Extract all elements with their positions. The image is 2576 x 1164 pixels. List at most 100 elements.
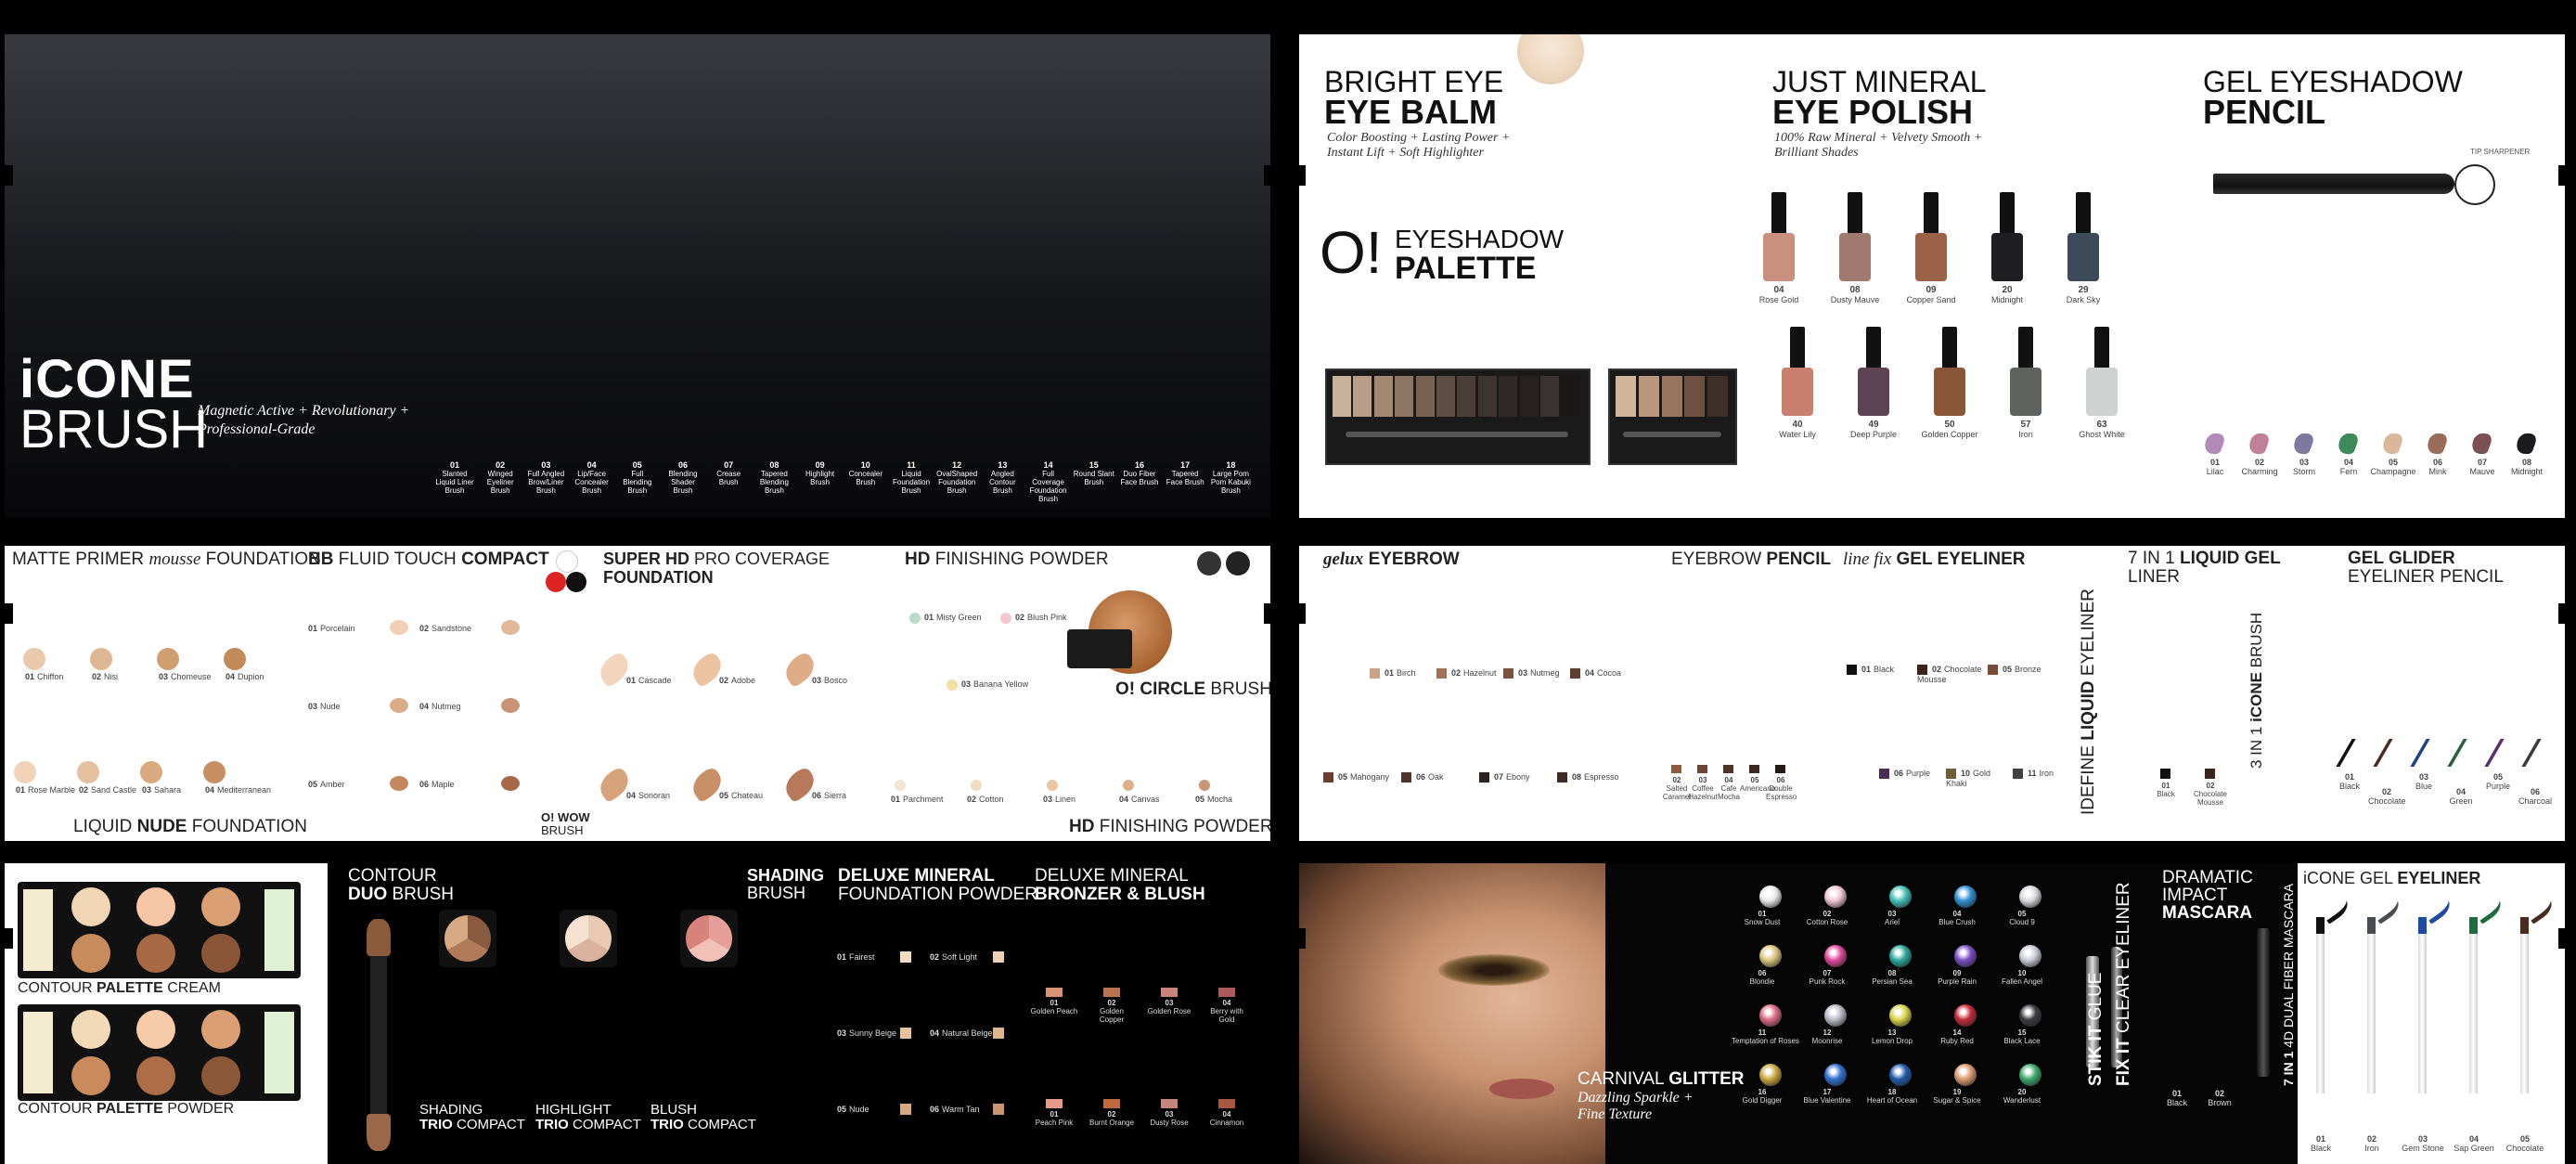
- shade-name: Sand Castle: [91, 785, 137, 795]
- shade-swatch: [203, 761, 225, 783]
- shade-name: Birch: [1397, 668, 1416, 678]
- pencil-chip: [1723, 765, 1733, 773]
- bottle-cap: [2076, 192, 2091, 235]
- powder-swatch: [1000, 613, 1011, 624]
- pencil-stroke: [2245, 433, 2273, 454]
- shade-name: Linen: [1055, 795, 1076, 804]
- polish-label: 57 Iron: [1997, 420, 2054, 439]
- brush-number: 04: [586, 460, 597, 470]
- glitter-label: 17 Blue Valentine: [1797, 1088, 1858, 1105]
- eyebrow-pencil-title: EYEBROW PENCIL: [1671, 550, 1832, 569]
- brush-name: Blending Shader Brush: [668, 470, 698, 495]
- shade-name: Chiffon: [37, 672, 64, 681]
- palette-pan: [1561, 376, 1580, 417]
- eye-polish-bottle: [2067, 192, 2099, 281]
- shade-name: Sahara: [154, 785, 182, 795]
- glitter-jar: [1824, 886, 1847, 908]
- glitter-jar: [1889, 1004, 1912, 1027]
- liner-label: 02 Chocolate: [2368, 787, 2406, 806]
- pencil-name: Mink: [2428, 467, 2447, 476]
- carnival-glitter-title: CARNIVAL GLITTER: [1578, 1069, 1745, 1089]
- brush-item: 15 Round Slant Brush: [1073, 461, 1115, 487]
- brush-item: 01 Slanted Liquid Liner Brush: [433, 461, 476, 496]
- liquid-nude-shades: 01 Rose Marble 02 Sand Castle 03 Sahara 04 Medi…: [14, 761, 292, 798]
- shade-label: 01 Chiffon: [25, 672, 63, 681]
- linefix-shades-bottom: 06 Purple 10 Gold Khaki 11 Iron: [1879, 769, 2102, 806]
- palette-pan: [1333, 376, 1351, 417]
- palette-pan: [201, 1056, 240, 1095]
- pencil-stroke: [2512, 433, 2540, 454]
- bronzer-label: 01 Golden Peach: [1029, 999, 1079, 1015]
- chip-color: [2013, 769, 2023, 780]
- hd-powder-title-bottom: HD FINISHING POWDER: [1069, 817, 1270, 836]
- shade-chip: 06 Oak: [1401, 772, 1444, 783]
- bottle-cap: [2018, 327, 2033, 369]
- shade-number: 02: [2381, 787, 2391, 796]
- eye-polish-bottle: [1782, 327, 1813, 416]
- palette-pan: [1616, 376, 1636, 417]
- shade-label: 04 Canvas: [1119, 795, 1160, 804]
- brush-number: 05: [632, 460, 642, 470]
- glitter-label: 03 Ariel: [1861, 910, 1923, 926]
- brush-item: 04 Lip/Face Concealer Brush: [571, 460, 613, 496]
- liner-label: 02 Chocolate Mousse: [2190, 782, 2231, 807]
- foundation-label: 03 Sunny Beige: [837, 1028, 896, 1038]
- chip-color: [1323, 772, 1333, 783]
- palette-side: [264, 889, 294, 971]
- pencil-chip: [1671, 765, 1681, 773]
- bb-label: 04 Nutmeg: [419, 702, 461, 711]
- shade-name: Heart of Ocean: [1866, 1096, 1918, 1105]
- tip-sharpener-label: TIP SHARPENER: [2470, 148, 2531, 156]
- chip-color: [1503, 668, 1513, 679]
- pencil-number: 02: [2254, 458, 2264, 467]
- deluxe-foundation-title: DELUXE MINERAL FOUNDATION POWDER: [838, 866, 1037, 904]
- shade-number: 01: [25, 672, 35, 681]
- shade-number: 04: [626, 791, 637, 800]
- linefix-chip: 01 Black: [1847, 665, 1913, 676]
- glitter-label: 16 Gold Digger: [1732, 1088, 1793, 1105]
- shade-chip: 02 Hazelnut: [1436, 668, 1497, 679]
- pencil-chip: [1697, 765, 1707, 773]
- pencil-name: Mauve: [2469, 467, 2495, 476]
- brush-name: Full Coverage Foundation Brush: [1029, 470, 1067, 503]
- brush-name: OvalShaped Foundation Brush: [936, 470, 978, 495]
- shade-label: 02 Sand Castle: [79, 785, 136, 795]
- brush-name: Liquid Foundation Brush: [892, 470, 931, 495]
- shade-number: 06: [1894, 769, 1904, 778]
- shade-number: 05: [719, 791, 729, 800]
- shade-name: Black: [2338, 782, 2360, 791]
- shade-number: 06: [1776, 776, 1785, 784]
- gelux-shades-top: 01 Birch 02 Hazelnut 03 Nutmeg 04 Cocoa: [1370, 668, 1648, 696]
- palette-pan: [136, 887, 175, 926]
- shade-name: Punk Rock: [1809, 977, 1846, 986]
- brush-number: 18: [1226, 460, 1236, 470]
- shade-name: Chocolate: [2368, 796, 2406, 806]
- shade-name: Ebony: [1506, 772, 1530, 782]
- shade-number: 01: [837, 952, 847, 962]
- polish-number: 20: [2002, 285, 2013, 295]
- glitter-label: 08 Persian Sea: [1861, 969, 1923, 986]
- mascara-tube: [2257, 928, 2270, 1077]
- shade-name: Black: [2166, 1098, 2187, 1107]
- shading-trio-title: SHADING TRIO COMPACT: [419, 1102, 525, 1132]
- shade-name: Chateau: [731, 791, 764, 800]
- brush-item: 12 OvalShaped Foundation Brush: [935, 461, 978, 496]
- shade-name: Natural Beige: [942, 1028, 993, 1038]
- polish-label: 08 Dusty Mauve: [1826, 285, 1884, 304]
- shade-number: 04: [1222, 1110, 1231, 1119]
- bb-swatch: [501, 620, 520, 635]
- liner-label: 01 Black: [2331, 772, 2368, 791]
- shade-label: 01 Cascade: [626, 676, 672, 685]
- gelux-title: gelux EYEBROW: [1323, 550, 1460, 569]
- shade-name: Sugar & Spice: [1933, 1096, 1981, 1105]
- shade-name: Soft Light: [942, 952, 978, 962]
- shade-number: 05: [2492, 772, 2503, 782]
- brush-number: 17: [1180, 460, 1191, 470]
- glitter-jar: [2019, 1064, 2041, 1086]
- shade-name: Burnt Orange: [1088, 1119, 1135, 1127]
- glitter-jar: [1954, 1064, 1977, 1086]
- shade-name: Nude: [849, 1105, 869, 1114]
- seven-in-one-shades: 01 Black 02 Chocolate Mousse: [2151, 769, 2244, 824]
- shade-label: 04 Mediterranean: [205, 785, 271, 795]
- liner-stroke: [2447, 739, 2467, 767]
